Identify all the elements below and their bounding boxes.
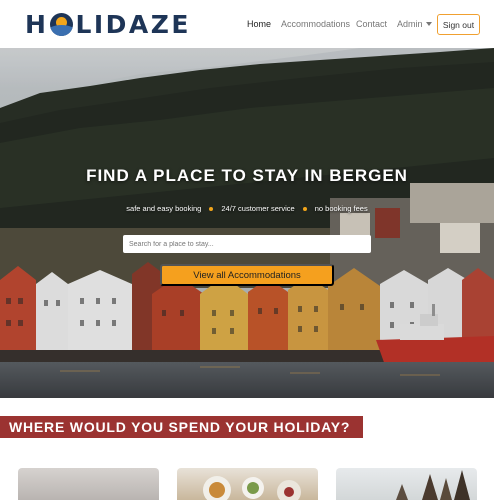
logo-text-rest: LIDAZE	[75, 9, 191, 39]
navbar: H LIDAZE Home Accommodations Contact Adm…	[0, 0, 494, 48]
destination-card-2[interactable]	[177, 468, 318, 500]
nav-home[interactable]: Home	[247, 14, 271, 34]
caret-down-icon	[425, 22, 432, 26]
sun-over-hill-icon	[50, 12, 74, 36]
snowy-forest-photo	[396, 470, 470, 500]
destination-card-1[interactable]	[18, 468, 159, 500]
nav-contact[interactable]: Contact	[356, 14, 387, 34]
section-heading: WHERE WOULD YOU SPEND YOUR HOLIDAY?	[0, 416, 363, 438]
nav-admin-label: Admin	[397, 19, 423, 29]
hero-section: FIND A PLACE TO STAY IN BERGEN safe and …	[0, 48, 494, 398]
holidaze-logo[interactable]: H LIDAZE	[25, 8, 191, 40]
hero-title: FIND A PLACE TO STAY IN BERGEN	[86, 166, 408, 185]
nav-admin-dropdown[interactable]: Admin	[397, 14, 432, 34]
nav-accommodations[interactable]: Accommodations	[281, 14, 350, 34]
view-all-accommodations-button[interactable]: View all Accommodations	[160, 264, 334, 286]
sign-out-button[interactable]: Sign out	[437, 14, 480, 35]
feature-safe-booking: safe and easy booking	[126, 204, 202, 213]
bergen-harbor-photo	[0, 48, 494, 398]
search-input[interactable]	[123, 235, 371, 253]
food-table-photo	[203, 476, 301, 500]
section-heading-text: WHERE WOULD YOU SPEND YOUR HOLIDAY?	[9, 419, 351, 435]
hero-features: safe and easy booking 24/7 customer serv…	[0, 204, 494, 213]
bullet-dot-icon	[302, 206, 307, 211]
feature-customer-service: 24/7 customer service	[221, 204, 295, 213]
bullet-dot-icon	[209, 206, 214, 211]
feature-no-fees: no booking fees	[314, 204, 368, 213]
logo-text-h: H	[25, 9, 49, 39]
destination-card-3[interactable]	[336, 468, 477, 500]
